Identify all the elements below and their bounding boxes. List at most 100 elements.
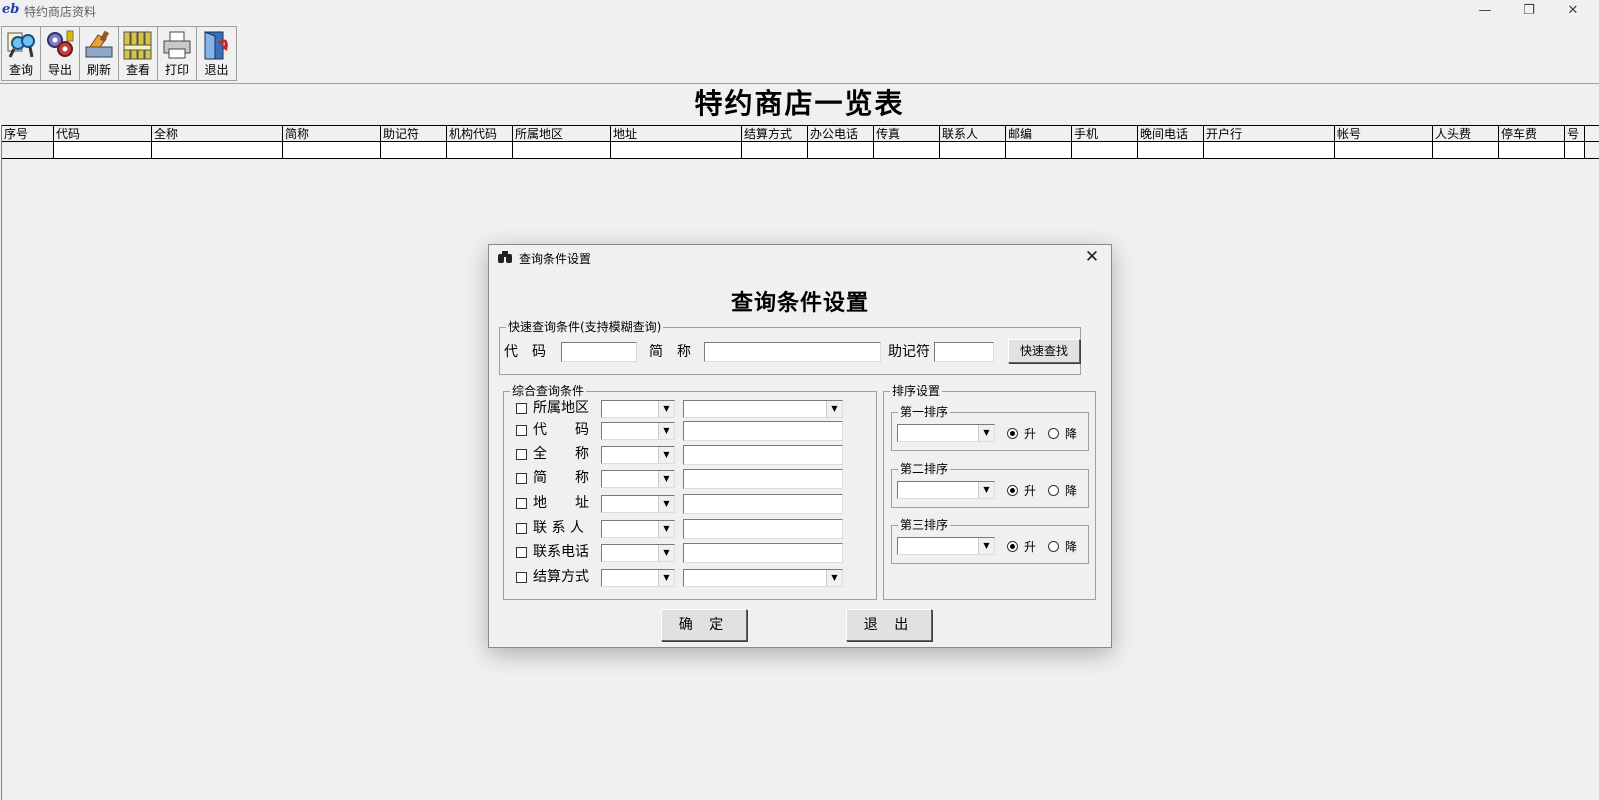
column-header[interactable]: 所属地区	[513, 126, 611, 141]
column-header[interactable]: 序号	[2, 126, 54, 141]
condition-operator-select[interactable]: ▼	[601, 569, 675, 587]
ok-button[interactable]: 确 定	[661, 609, 747, 641]
report-grid[interactable]: 序号 代码 全称 简称 助记符 机构代码 所属地区 地址 结算方式 办公电话 传真 联系人 邮编 手机 晚间…	[2, 125, 1599, 160]
column-header[interactable]: 办公电话	[808, 126, 874, 141]
export-gears-icon	[47, 30, 74, 57]
condition-operator-select[interactable]: ▼	[601, 422, 675, 440]
condition-checkbox[interactable]	[516, 498, 527, 509]
condition-operator-select[interactable]: ▼	[601, 400, 675, 418]
export-button[interactable]: 导出	[41, 27, 80, 80]
grid-cell[interactable]	[874, 142, 940, 158]
dialog-heading: 查询条件设置	[730, 290, 869, 316]
grid-cell[interactable]	[1335, 142, 1433, 158]
print-button[interactable]: 打印	[158, 27, 197, 80]
condition-value-input[interactable]	[683, 543, 843, 563]
column-header[interactable]: 联系人	[940, 126, 1006, 141]
chevron-down-icon: ▼	[658, 496, 674, 512]
chevron-down-icon: ▼	[978, 425, 994, 441]
grid-cell[interactable]	[513, 142, 611, 158]
column-header[interactable]: 地址	[611, 126, 742, 141]
condition-operator-select[interactable]: ▼	[601, 470, 675, 488]
condition-value-select[interactable]: ▼	[683, 400, 843, 418]
condition-checkbox[interactable]	[516, 473, 527, 484]
exit-door-icon	[204, 31, 228, 60]
grid-cell[interactable]	[1565, 142, 1585, 158]
sort-desc-radio[interactable]	[1048, 541, 1059, 552]
column-header[interactable]: 结算方式	[742, 126, 808, 141]
column-header[interactable]: 传真	[874, 126, 940, 141]
sort-settings-legend: 排序设置	[890, 384, 943, 398]
grid-cell[interactable]	[1072, 142, 1138, 158]
sort-field-select[interactable]: ▼	[897, 481, 995, 499]
grid-cell[interactable]	[447, 142, 513, 158]
condition-operator-select[interactable]: ▼	[601, 520, 675, 538]
quick-mnemonic-label: 助记符	[888, 344, 930, 360]
grid-cell[interactable]	[1499, 142, 1565, 158]
refresh-button[interactable]: 刷新	[80, 27, 119, 80]
query-button[interactable]: 查询	[2, 27, 41, 80]
grid-cell[interactable]	[742, 142, 808, 158]
condition-value-select[interactable]: ▼	[683, 569, 843, 587]
sort-asc-radio[interactable]	[1007, 428, 1018, 439]
condition-checkbox[interactable]	[516, 572, 527, 583]
sort-asc-radio[interactable]	[1007, 541, 1018, 552]
condition-label: 联系电话	[533, 544, 589, 560]
column-header[interactable]: 代码	[54, 126, 152, 141]
condition-checkbox[interactable]	[516, 523, 527, 534]
grid-cell[interactable]	[1433, 142, 1499, 158]
condition-operator-select[interactable]: ▼	[601, 495, 675, 513]
column-header[interactable]: 停车费	[1499, 126, 1565, 141]
sort-desc-radio[interactable]	[1048, 428, 1059, 439]
view-button[interactable]: 查看	[119, 27, 158, 80]
sort-asc-radio[interactable]	[1007, 485, 1018, 496]
condition-checkbox[interactable]	[516, 449, 527, 460]
condition-checkbox[interactable]	[516, 425, 527, 436]
grid-cell[interactable]	[611, 142, 742, 158]
column-header[interactable]: 全称	[152, 126, 283, 141]
column-header[interactable]: 邮编	[1006, 126, 1072, 141]
condition-value-input[interactable]	[683, 421, 843, 441]
quick-short-input[interactable]	[704, 342, 881, 362]
condition-checkbox[interactable]	[516, 403, 527, 414]
condition-value-input[interactable]	[683, 519, 843, 539]
column-header[interactable]: 人头费	[1433, 126, 1499, 141]
quick-mnemonic-input[interactable]	[934, 342, 994, 362]
grid-cell[interactable]	[940, 142, 1006, 158]
column-header[interactable]: 号	[1565, 126, 1585, 141]
sort-field-select[interactable]: ▼	[897, 537, 995, 555]
grid-cell[interactable]	[381, 142, 447, 158]
grid-cell[interactable]	[283, 142, 381, 158]
grid-cell[interactable]	[808, 142, 874, 158]
dialog-exit-button[interactable]: 退 出	[846, 609, 932, 641]
grid-cell[interactable]	[1006, 142, 1072, 158]
grid-cell[interactable]	[1204, 142, 1335, 158]
condition-value-input[interactable]	[683, 494, 843, 514]
column-header[interactable]: 机构代码	[447, 126, 513, 141]
grid-cell[interactable]	[1138, 142, 1204, 158]
condition-value-input[interactable]	[683, 469, 843, 489]
column-header[interactable]: 开户行	[1204, 126, 1335, 141]
column-header[interactable]: 助记符	[381, 126, 447, 141]
column-header[interactable]: 帐号	[1335, 126, 1433, 141]
exit-button[interactable]: 退出	[197, 27, 236, 80]
sort-desc-radio[interactable]	[1048, 485, 1059, 496]
toolbar-label: 查看	[125, 63, 150, 77]
column-header[interactable]: 手机	[1072, 126, 1138, 141]
grid-data-row[interactable]	[2, 142, 1599, 159]
sort-field-select[interactable]: ▼	[897, 424, 995, 442]
condition-checkbox[interactable]	[516, 547, 527, 558]
grid-cell[interactable]	[152, 142, 283, 158]
condition-value-input[interactable]	[683, 445, 843, 465]
dialog-close-button[interactable]: ✕	[1081, 247, 1103, 267]
restore-button[interactable]: ❐	[1511, 1, 1547, 21]
column-header[interactable]: 晚间电话	[1138, 126, 1204, 141]
minimize-button[interactable]: —	[1467, 1, 1503, 21]
quick-search-button[interactable]: 快速查找	[1008, 339, 1080, 363]
grid-cell[interactable]	[2, 142, 54, 158]
quick-code-input[interactable]	[561, 342, 637, 362]
column-header[interactable]: 简称	[283, 126, 381, 141]
condition-operator-select[interactable]: ▼	[601, 446, 675, 464]
close-window-button[interactable]: ✕	[1555, 1, 1591, 21]
grid-cell[interactable]	[54, 142, 152, 158]
condition-operator-select[interactable]: ▼	[601, 544, 675, 562]
